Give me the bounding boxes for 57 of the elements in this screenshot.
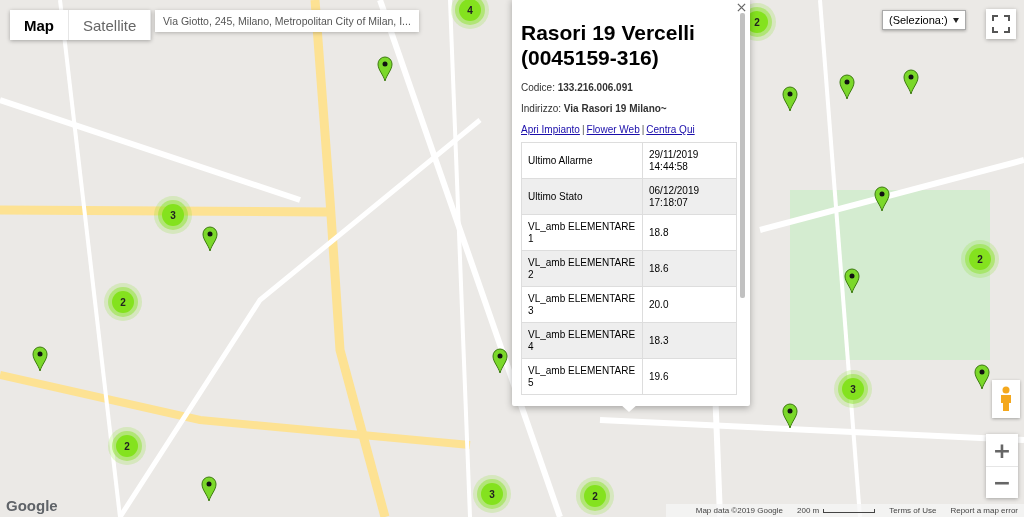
popup-link[interactable]: Apri Impianto <box>521 124 580 135</box>
table-cell: 29/11/2019 14:44:58 <box>642 142 737 179</box>
table-cell: VL_amb ELEMENTARE 5 <box>521 358 643 395</box>
google-logo: Google <box>6 497 58 514</box>
zoom-out-button[interactable]: − <box>986 466 1018 498</box>
table-cell: Ultimo Stato <box>521 178 643 215</box>
map-pin-icon[interactable] <box>32 346 48 372</box>
link-separator: | <box>581 124 585 135</box>
popup-link[interactable]: Flower Web <box>586 124 640 135</box>
codice-text: Codice: 133.216.006.091 <box>521 82 634 93</box>
map-pin-icon[interactable] <box>974 364 990 390</box>
map-pin-icon[interactable] <box>202 226 218 252</box>
table-cell: Ultimo Allarme <box>521 142 643 179</box>
table-cell: VL_amb ELEMENTARE 1 <box>521 214 643 251</box>
map-pin-icon[interactable] <box>782 403 798 429</box>
table-cell: VL_amb ELEMENTARE 4 <box>521 322 643 359</box>
terms-link[interactable]: Terms of Use <box>889 506 937 515</box>
map-type-tab[interactable]: Satellite <box>69 10 152 40</box>
marker-cluster[interactable]: 2 <box>112 291 134 313</box>
popup-link[interactable]: Centra Qui <box>646 124 695 135</box>
map-pin-icon[interactable] <box>874 186 890 212</box>
popup-title: Rasori 19 Vercelli (0045159-316) <box>521 20 696 70</box>
map-pin-icon[interactable] <box>377 56 393 82</box>
map-type-tab[interactable]: Map <box>10 10 69 40</box>
fullscreen-button[interactable] <box>986 9 1016 39</box>
fullscreen-icon <box>992 15 1010 33</box>
scrollbar[interactable] <box>740 13 745 298</box>
table-cell: VL_amb ELEMENTARE 2 <box>521 250 643 287</box>
table-cell: VL_amb ELEMENTARE 3 <box>521 286 643 323</box>
link-separator: | <box>641 124 645 135</box>
table-cell: 18.8 <box>642 214 737 251</box>
marker-cluster[interactable]: 2 <box>584 485 606 507</box>
scale-label: 200 m <box>797 506 820 515</box>
scale-bar <box>823 508 876 513</box>
map-pin-icon[interactable] <box>839 74 855 100</box>
map-pin-icon[interactable] <box>782 86 798 112</box>
marker-cluster[interactable]: 3 <box>162 204 184 226</box>
caret-icon <box>953 17 959 23</box>
marker-cluster[interactable]: 4 <box>459 0 481 21</box>
table-cell: 18.6 <box>642 250 737 287</box>
map-data-text: Map data ©2019 Google <box>695 506 784 515</box>
table-cell: 06/12/2019 17:18:07 <box>642 178 737 215</box>
report-link[interactable]: Report a map error <box>950 506 1018 515</box>
address-text: Indirizzo: Via Rasori 19 Milano~ <box>521 103 668 114</box>
map-pin-icon[interactable] <box>844 268 860 294</box>
table-cell: 19.6 <box>642 358 737 395</box>
marker-cluster[interactable]: 3 <box>842 378 864 400</box>
map-pin-icon[interactable] <box>903 69 919 95</box>
address-box: Via Giotto, 245, Milano, Metropolitan City of Milan, I... <box>155 10 419 32</box>
table-cell: 18.3 <box>642 322 737 359</box>
marker-cluster[interactable]: 3 <box>481 483 503 505</box>
zoom-in-button[interactable]: + <box>986 434 1018 466</box>
select-dropdown[interactable]: (Seleziona:) <box>882 10 966 30</box>
map-pin-icon[interactable] <box>492 348 508 374</box>
marker-cluster[interactable]: 2 <box>116 435 138 457</box>
map-pin-icon[interactable] <box>201 476 217 502</box>
table-cell: 20.0 <box>642 286 737 323</box>
